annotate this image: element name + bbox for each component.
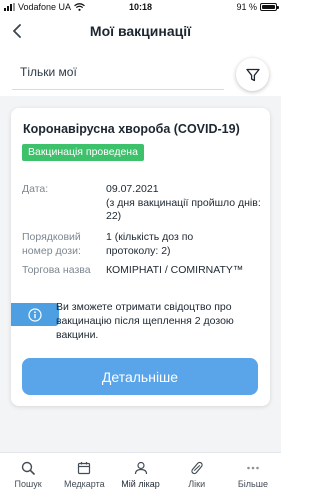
funnel-icon [245,68,260,81]
tab-label-more: Більше [237,479,268,489]
trade-name-label: Торгова назва [22,264,91,276]
filter-button[interactable] [236,58,269,91]
details-button[interactable]: Детальніше [22,358,258,395]
search-icon [21,461,35,475]
tab-label-medcard: Медкарта [63,479,105,489]
battery-percent: 91 % [236,2,257,12]
tab-label-search: Пошук [14,479,42,489]
page-title: Мої вакцинації [89,23,192,39]
tab-my-doctor[interactable]: Мій лікар [112,453,168,501]
filter-row: Тільки мої [0,54,281,91]
info-text: Ви зможете отримати свідоцтво про вакцин… [56,301,234,341]
filter-select[interactable]: Тільки мої [12,54,224,90]
date-value: 09.07.2021 (з дня вакцинації пройшло дні… [106,183,261,222]
status-bar: Vodafone UA 10:18 91 % [0,0,281,14]
pill-icon [191,461,203,475]
status-badge: Вакцинація проведена [22,144,144,161]
tab-medicines[interactable]: Ліки [169,453,225,501]
tab-bar: Пошук Медкарта Мій лікар Ліки Більше [0,452,281,501]
calendar-icon [78,462,91,475]
dose-number-label: Порядковий номер дози: [22,231,81,257]
user-icon [134,461,147,475]
info-icon [28,307,42,322]
battery-icon [260,3,279,11]
more-icon [247,466,259,470]
tab-more[interactable]: Більше [225,453,281,501]
tab-medcard[interactable]: Медкарта [56,453,112,501]
nav-bar: Мої вакцинації [0,14,281,48]
tab-label-medicines: Ліки [188,479,206,489]
tab-search[interactable]: Пошук [0,453,56,501]
info-tab [11,303,59,326]
tab-label-my-doctor: Мій лікар [121,479,160,489]
status-right: 91 % [236,2,279,12]
dose-number-value: 1 (кількість доз по протоколу: 2) [106,231,194,257]
date-label: Дата: [22,183,49,195]
info-banner: Ви зможете отримати свідоцтво про вакцин… [11,300,270,341]
disease-title: Коронавірусна хвороба (COVID-19) [23,122,240,136]
trade-name-value: КОМІРНАТІ / COMIRNATY™ [106,264,244,276]
vaccination-card: Коронавірусна хвороба (COVID-19) Вакцина… [11,108,270,406]
